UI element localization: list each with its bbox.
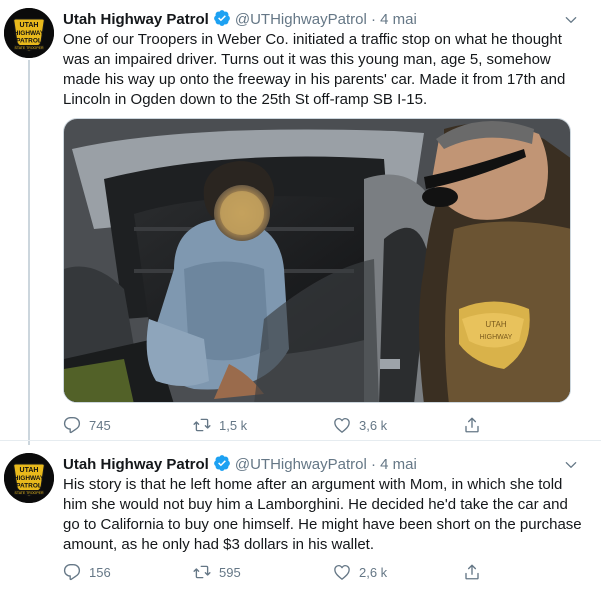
share-button[interactable] (463, 562, 481, 582)
tweet-actions: 745 1,5 k 3,6 k (63, 415, 503, 435)
tweet[interactable]: UTAH HIGHWAY PATROL STATE TROOPER Utah H… (0, 0, 601, 445)
reply-count: 745 (89, 417, 111, 433)
share-icon (465, 564, 479, 580)
tweet-photo[interactable]: UTAH HIGHWAY (63, 118, 571, 403)
badge-text-bottom: PATROL (16, 483, 42, 490)
highway-patrol-badge-icon: UTAH HIGHWAY PATROL STATE TROOPER (4, 453, 54, 503)
badge-ribbon-text: STATE TROOPER (15, 491, 44, 495)
badge-text-middle: HIGHWAY (14, 475, 45, 482)
tweet-date[interactable]: 4 mai (380, 11, 417, 28)
retweet-count: 1,5 k (219, 417, 248, 433)
retweet-count: 595 (219, 564, 241, 580)
reply-button[interactable]: 745 (63, 415, 111, 435)
share-button[interactable] (463, 415, 481, 435)
separator-dot: · (370, 11, 376, 28)
like-icon (334, 417, 350, 433)
like-button[interactable]: 2,6 k (333, 562, 387, 582)
separator-dot: · (370, 456, 376, 473)
verified-icon (213, 10, 230, 26)
tweet-text: His story is that he left home after an … (63, 476, 582, 553)
author-name[interactable]: Utah Highway Patrol (63, 456, 209, 473)
like-icon (334, 564, 350, 580)
reply-icon (63, 416, 81, 434)
tweet[interactable]: UTAH HIGHWAY PATROL STATE TROOPER Utah H… (0, 440, 601, 600)
photo-car-interior-trooper: UTAH HIGHWAY (64, 119, 570, 402)
avatar[interactable]: UTAH HIGHWAY PATROL STATE TROOPER (4, 8, 54, 58)
chevron-down-icon[interactable] (563, 457, 579, 473)
badge-text-top: UTAH (20, 22, 39, 29)
reply-icon (63, 563, 81, 581)
share-icon (465, 417, 479, 433)
like-count: 2,6 k (359, 564, 388, 580)
svg-text:UTAH: UTAH (485, 320, 506, 329)
tweet-actions: 156 595 2,6 k (63, 562, 503, 582)
author-name[interactable]: Utah Highway Patrol (63, 11, 209, 28)
author-handle[interactable]: @UTHighwayPatrol (235, 11, 367, 28)
like-button[interactable]: 3,6 k (333, 415, 387, 435)
verified-icon (213, 455, 230, 471)
tweet-date[interactable]: 4 mai (380, 456, 417, 473)
tweet-text: One of our Troopers in Weber Co. initiat… (63, 31, 566, 108)
highway-patrol-badge-icon: UTAH HIGHWAY PATROL STATE TROOPER (4, 8, 54, 58)
svg-text:HIGHWAY: HIGHWAY (480, 334, 513, 341)
tweet-header: Utah Highway Patrol @UTHighwayPatrol · 4 … (63, 454, 417, 474)
reply-count: 156 (89, 564, 111, 580)
tweet-header: Utah Highway Patrol @UTHighwayPatrol · 4 … (63, 9, 417, 29)
retweet-icon (193, 418, 211, 432)
chevron-down-icon[interactable] (563, 12, 579, 28)
badge-text-bottom: PATROL (16, 38, 42, 45)
author-handle[interactable]: @UTHighwayPatrol (235, 456, 367, 473)
badge-text-middle: HIGHWAY (14, 30, 45, 37)
like-count: 3,6 k (359, 417, 388, 433)
thread-connector-line (28, 60, 30, 445)
avatar[interactable]: UTAH HIGHWAY PATROL STATE TROOPER (4, 453, 54, 503)
badge-ribbon-text: STATE TROOPER (15, 46, 44, 50)
retweet-button[interactable]: 1,5 k (193, 415, 247, 435)
retweet-button[interactable]: 595 (193, 562, 241, 582)
badge-text-top: UTAH (20, 467, 39, 474)
retweet-icon (193, 565, 211, 579)
reply-button[interactable]: 156 (63, 562, 111, 582)
